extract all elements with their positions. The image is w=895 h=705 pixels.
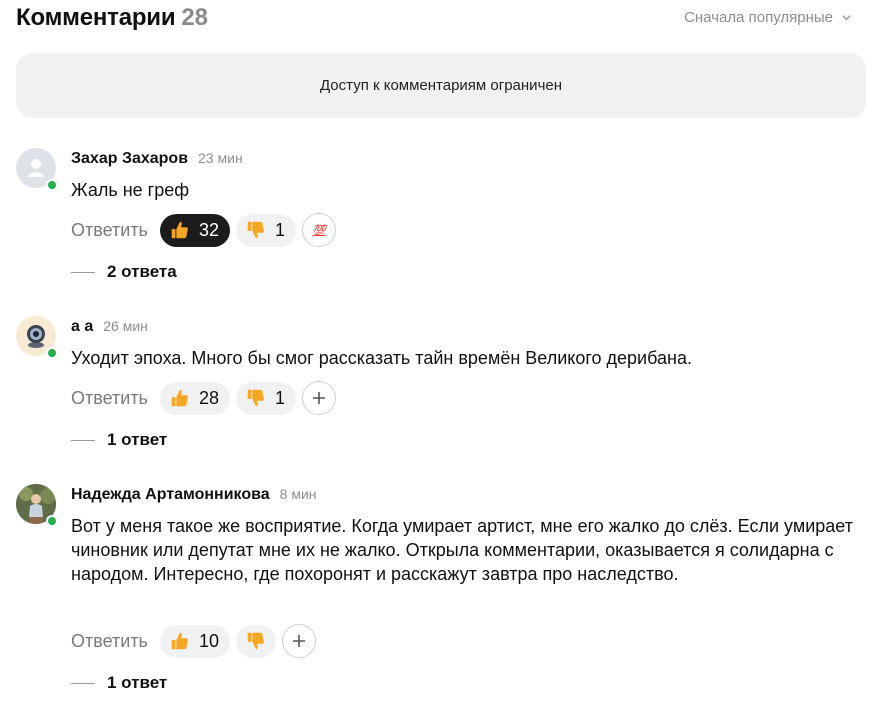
dislike-button[interactable] (235, 624, 276, 658)
comments-title-text: Комментарии (16, 4, 176, 31)
avatar[interactable] (16, 148, 58, 191)
like-button[interactable]: 32 (159, 213, 230, 247)
author-name[interactable]: Надежда Артамонникова (71, 486, 270, 504)
comment-item: Захар Захаров 23 мин Жаль не греф Ответи… (16, 148, 866, 288)
plus-icon (292, 635, 305, 647)
replies-divider (71, 439, 95, 441)
comments-count: 28 (181, 4, 208, 31)
comment-time: 8 мин (279, 486, 317, 502)
thumbs-down-icon (247, 221, 264, 239)
show-replies-button[interactable]: 1 ответ (71, 673, 167, 693)
thumbs-down-icon (247, 389, 264, 407)
reply-button[interactable]: Ответить (71, 631, 148, 652)
thumbs-down-icon (247, 632, 264, 650)
show-replies-button[interactable]: 2 ответа (71, 262, 177, 282)
comment-meta: Захар Захаров 23 мин (71, 150, 243, 168)
dislike-button[interactable]: 1 (235, 213, 296, 247)
like-count: 10 (198, 630, 219, 651)
comment-actions: Ответить 32 1 💯 (71, 213, 336, 247)
dislike-count: 1 (274, 387, 285, 408)
hundred-icon: 💯 (312, 223, 326, 237)
like-count: 32 (198, 219, 219, 240)
comment-meta: Надежда Артамонникова 8 мин (71, 486, 317, 504)
reply-button[interactable]: Ответить (71, 388, 148, 409)
chevron-down-icon (842, 15, 851, 21)
notice-text: Доступ к комментариям ограничен (319, 77, 563, 94)
replies-divider (71, 271, 95, 273)
dislike-button[interactable]: 1 (235, 381, 296, 415)
online-indicator (46, 179, 58, 191)
show-replies-button[interactable]: 1 ответ (71, 430, 167, 450)
avatar[interactable] (16, 316, 58, 359)
reply-button[interactable]: Ответить (71, 220, 148, 241)
comments-header: Комментарии 28 Сначала популярные (16, 4, 866, 34)
comment-actions: Ответить 10 (71, 624, 316, 658)
thumbs-up-icon (171, 221, 188, 239)
comment-item: Надежда Артамонникова 8 мин Вот у меня т… (16, 484, 866, 699)
author-name[interactable]: Захар Захаров (71, 150, 188, 168)
plus-icon (313, 392, 325, 404)
add-reaction-button[interactable] (281, 624, 316, 658)
like-count: 28 (198, 387, 219, 408)
like-button[interactable]: 28 (159, 381, 230, 415)
comment-time: 26 мин (103, 318, 148, 334)
thumbs-up-icon (171, 389, 188, 407)
comment-time: 23 мин (198, 150, 243, 166)
like-button[interactable]: 10 (159, 624, 230, 658)
thumbs-up-icon (171, 632, 188, 650)
comment-text: Вот у меня такое же восприятие. Когда ум… (71, 516, 853, 584)
comments-restricted-notice: Доступ к комментариям ограничен (16, 53, 866, 118)
avatar[interactable] (16, 484, 58, 527)
replies-divider (71, 682, 95, 684)
sort-dropdown[interactable]: Сначала популярные (684, 9, 852, 26)
comment-item: а а 26 мин Уходит эпоха. Много бы смог р… (16, 316, 866, 456)
author-name[interactable]: а а (71, 318, 93, 336)
comment-actions: Ответить 28 1 (71, 381, 336, 415)
replies-label: 1 ответ (107, 673, 168, 692)
sort-label: Сначала популярные (684, 9, 833, 26)
comment-meta: а а 26 мин (71, 318, 148, 336)
online-indicator (46, 347, 58, 359)
online-indicator (46, 515, 58, 527)
dislike-count: 1 (274, 219, 285, 240)
hundred-reaction-button[interactable]: 💯 (302, 213, 336, 247)
replies-label: 2 ответа (107, 262, 177, 281)
comment-text: Жаль не греф (71, 180, 190, 200)
comments-title: Комментарии 28 (16, 4, 208, 32)
replies-label: 1 ответ (107, 430, 168, 449)
add-reaction-button[interactable] (302, 381, 336, 415)
comment-text: Уходит эпоха. Много бы смог рассказать т… (71, 348, 692, 368)
